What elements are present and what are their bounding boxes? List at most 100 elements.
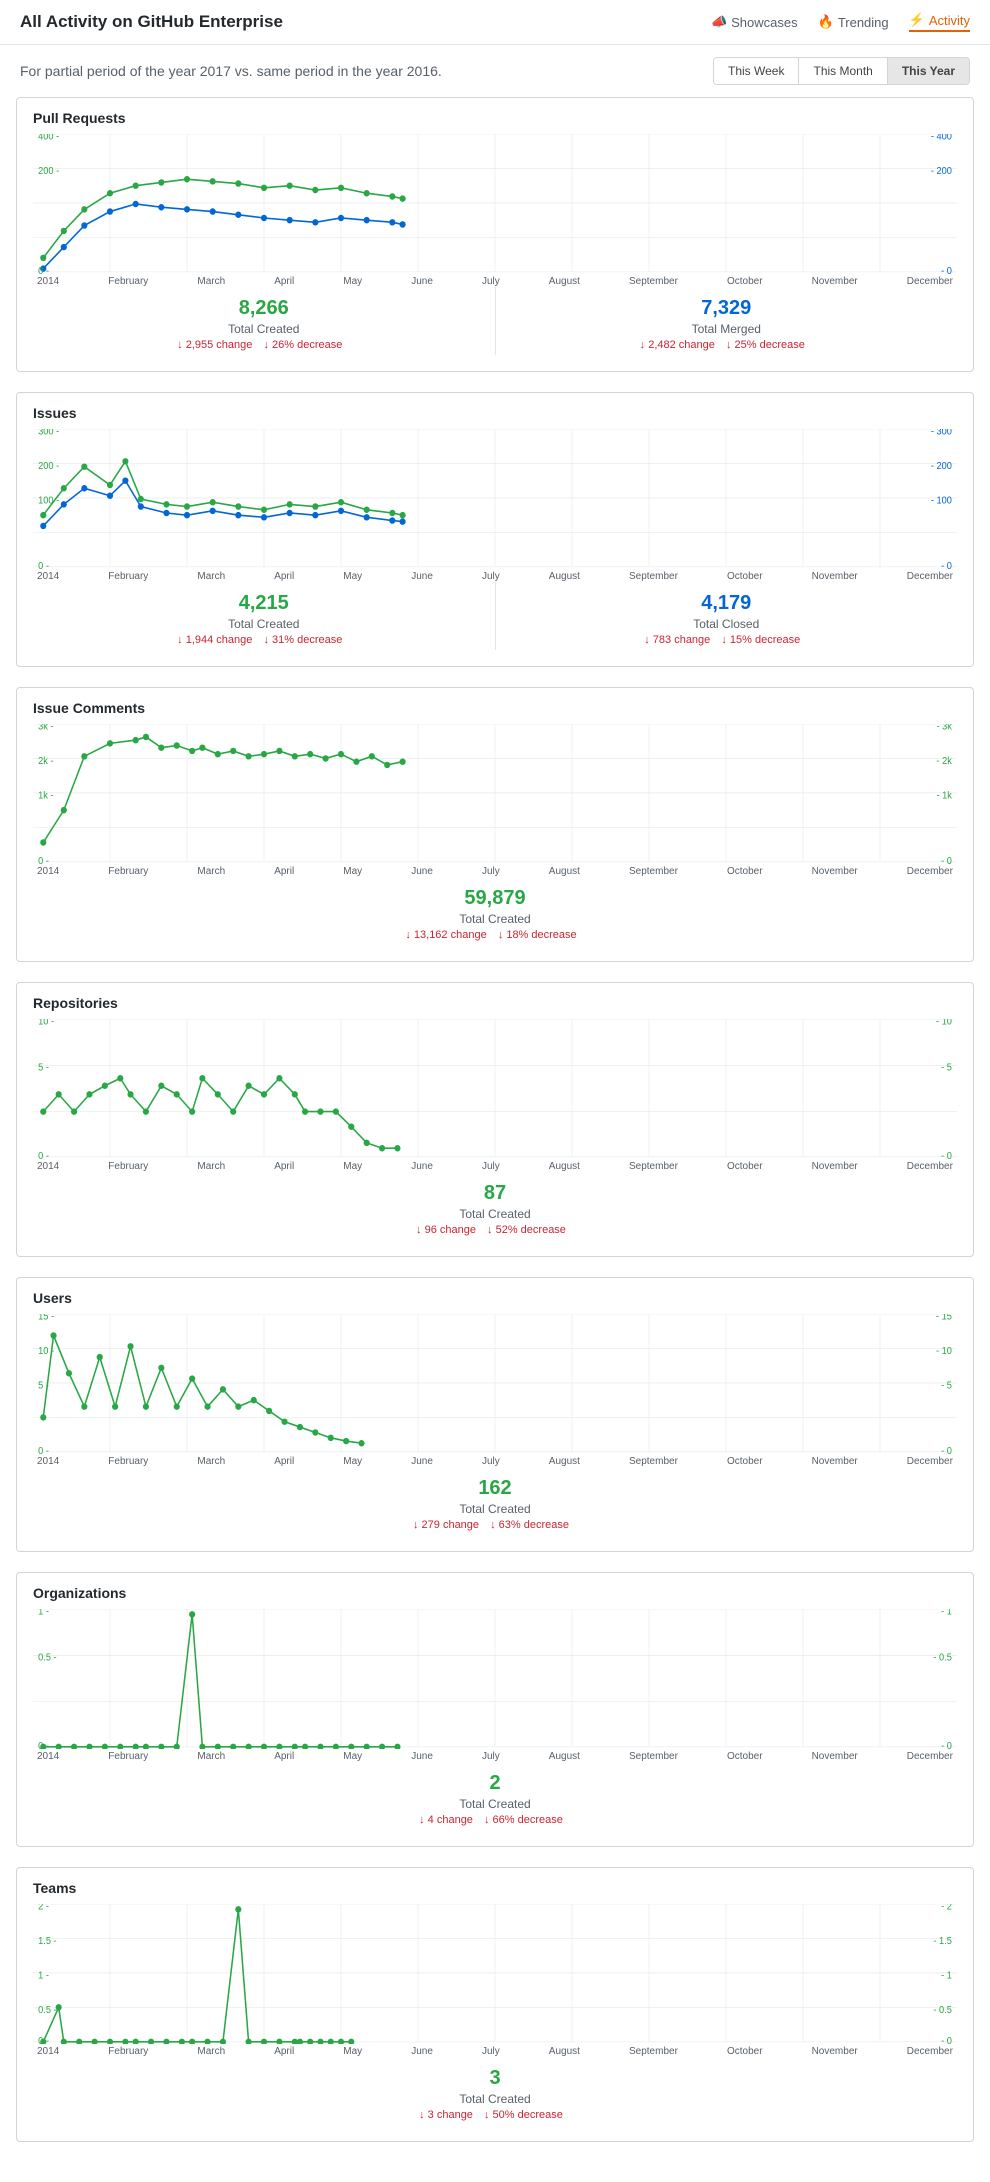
issue-comments-change: ↓ 13,162 change ↓ 18% decrease <box>33 929 957 941</box>
issue-comments-chart: - 3k - 2k - 1k - 0 3k - 2k - 1k - 0 - <box>33 724 957 864</box>
issues-month-labels: 2014 February March April May June July … <box>33 569 957 582</box>
filter-description: For partial period of the year 2017 vs. … <box>20 63 442 79</box>
users-created-label: Total Created <box>33 1502 957 1516</box>
issues-created-number: 4,215 <box>33 592 495 615</box>
users-title: Users <box>33 1290 957 1306</box>
teams-chart: - 2 - 1.5 - 1 - 0.5 - 0 2 - 1.5 - 1 - 0.… <box>33 1904 957 2044</box>
svg-text:0 -: 0 - <box>38 1151 49 1159</box>
teams-created-stat: 3 Total Created ↓ 3 change ↓ 50% decreas… <box>33 2057 957 2125</box>
svg-text:- 300: - 300 <box>931 429 952 437</box>
orgs-created-label: Total Created <box>33 1797 957 1811</box>
issue-comments-created-number: 59,879 <box>33 887 957 910</box>
pull-requests-section: Pull Requests <box>16 97 974 372</box>
svg-text:- 0.5: - 0.5 <box>933 1653 951 1664</box>
svg-text:- 100: - 100 <box>931 495 952 506</box>
users-change: ↓ 279 change ↓ 63% decrease <box>33 1519 957 1531</box>
svg-text:- 1: - 1 <box>941 1609 952 1617</box>
teams-created-label: Total Created <box>33 2092 957 2106</box>
svg-text:- 0: - 0 <box>941 1741 952 1749</box>
svg-text:5 -: 5 - <box>38 1063 49 1074</box>
issues-closed-change: ↓ 783 change ↓ 15% decrease <box>496 634 958 646</box>
svg-text:300 -: 300 - <box>38 429 59 437</box>
showcases-link[interactable]: 📣 Showcases <box>711 14 798 30</box>
users-created-number: 162 <box>33 1477 957 1500</box>
organizations-month-labels: 2014 February March April May June July … <box>33 1749 957 1762</box>
teams-month-labels: 2014 February March April May June July … <box>33 2044 957 2057</box>
orgs-change: ↓ 4 change ↓ 66% decrease <box>33 1814 957 1826</box>
teams-stats: 3 Total Created ↓ 3 change ↓ 50% decreas… <box>33 2057 957 2125</box>
svg-text:- 0: - 0 <box>941 856 952 864</box>
teams-change: ↓ 3 change ↓ 50% decrease <box>33 2109 957 2121</box>
svg-text:0 -: 0 - <box>38 1741 49 1749</box>
activity-link[interactable]: ⚡ Activity <box>909 12 970 32</box>
svg-text:- 1.5: - 1.5 <box>933 1936 951 1947</box>
repos-created-stat: 87 Total Created ↓ 96 change ↓ 52% decre… <box>33 1172 957 1240</box>
pr-created-label: Total Created <box>33 322 495 336</box>
this-month-button[interactable]: This Month <box>799 58 887 84</box>
issue-comments-month-labels: 2014 February March April May June July … <box>33 864 957 877</box>
svg-text:- 1: - 1 <box>941 1970 952 1981</box>
svg-text:- 0: - 0 <box>941 2036 952 2044</box>
top-nav: All Activity on GitHub Enterprise 📣 Show… <box>0 0 990 45</box>
svg-text:0 -: 0 - <box>38 1446 49 1454</box>
nav-links: 📣 Showcases 🔥 Trending ⚡ Activity <box>711 12 970 32</box>
teams-title: Teams <box>33 1880 957 1896</box>
svg-text:- 1k: - 1k <box>936 790 952 801</box>
svg-text:- 10: - 10 <box>936 1346 952 1357</box>
issues-closed-stat: 4,179 Total Closed ↓ 783 change ↓ 15% de… <box>496 582 958 650</box>
pull-requests-chart: - 400 - 200 - 0 400 - 200 - 0 - <box>33 134 957 274</box>
filter-bar: For partial period of the year 2017 vs. … <box>0 45 990 97</box>
repositories-chart: - 10 - 5 - 0 10 - 5 - 0 - <box>33 1019 957 1159</box>
svg-text:1 -: 1 - <box>38 1970 49 1981</box>
svg-text:15 -: 15 - <box>38 1314 54 1322</box>
trending-link[interactable]: 🔥 Trending <box>818 14 889 30</box>
svg-text:100 -: 100 - <box>38 495 59 506</box>
svg-text:- 0: - 0 <box>941 1446 952 1454</box>
svg-text:0 -: 0 - <box>38 266 49 274</box>
svg-text:- 0: - 0 <box>941 266 952 274</box>
time-filter-group: This Week This Month This Year <box>713 57 970 85</box>
svg-text:200 -: 200 - <box>38 166 59 177</box>
page-title: All Activity on GitHub Enterprise <box>20 12 283 32</box>
issues-closed-label: Total Closed <box>496 617 958 631</box>
pr-merged-change: ↓ 2,482 change ↓ 25% decrease <box>496 339 958 351</box>
organizations-title: Organizations <box>33 1585 957 1601</box>
issues-section: Issues <box>16 392 974 667</box>
issues-title: Issues <box>33 405 957 421</box>
svg-text:10 -: 10 - <box>38 1346 54 1357</box>
svg-text:- 2k: - 2k <box>936 756 952 767</box>
pr-created-number: 8,266 <box>33 297 495 320</box>
svg-text:1 -: 1 - <box>38 1609 49 1617</box>
svg-text:- 0: - 0 <box>941 1151 952 1159</box>
teams-created-number: 3 <box>33 2067 957 2090</box>
users-stats: 162 Total Created ↓ 279 change ↓ 63% dec… <box>33 1467 957 1535</box>
users-month-labels: 2014 February March April May June July … <box>33 1454 957 1467</box>
issue-comments-stats: 59,879 Total Created ↓ 13,162 change ↓ 1… <box>33 877 957 945</box>
svg-text:2 -: 2 - <box>38 1904 49 1912</box>
svg-text:- 5: - 5 <box>941 1380 952 1391</box>
orgs-created-number: 2 <box>33 1772 957 1795</box>
repositories-section: Repositories <box>16 982 974 1257</box>
users-section: Users <box>16 1277 974 1552</box>
svg-text:1.5 -: 1.5 - <box>38 1936 56 1947</box>
issues-chart: - 300 - 200 - 100 - 0 300 - 200 - 100 - … <box>33 429 957 569</box>
repos-created-label: Total Created <box>33 1207 957 1221</box>
svg-text:- 200: - 200 <box>931 461 952 472</box>
issues-created-label: Total Created <box>33 617 495 631</box>
svg-text:- 2: - 2 <box>941 1904 952 1912</box>
this-year-button[interactable]: This Year <box>888 58 969 84</box>
this-week-button[interactable]: This Week <box>714 58 799 84</box>
issue-comments-created-stat: 59,879 Total Created ↓ 13,162 change ↓ 1… <box>33 877 957 945</box>
issues-stats: 4,215 Total Created ↓ 1,944 change ↓ 31%… <box>33 582 957 650</box>
svg-text:- 0.5: - 0.5 <box>933 2005 951 2016</box>
pr-merged-label: Total Merged <box>496 322 958 336</box>
pr-merged-number: 7,329 <box>496 297 958 320</box>
users-created-stat: 162 Total Created ↓ 279 change ↓ 63% dec… <box>33 1467 957 1535</box>
svg-text:- 5: - 5 <box>941 1063 952 1074</box>
issues-closed-number: 4,179 <box>496 592 958 615</box>
svg-text:0 -: 0 - <box>38 561 49 569</box>
organizations-stats: 2 Total Created ↓ 4 change ↓ 66% decreas… <box>33 1762 957 1830</box>
svg-text:- 0: - 0 <box>941 561 952 569</box>
svg-text:10 -: 10 - <box>38 1019 54 1027</box>
svg-text:- 200: - 200 <box>931 166 952 177</box>
